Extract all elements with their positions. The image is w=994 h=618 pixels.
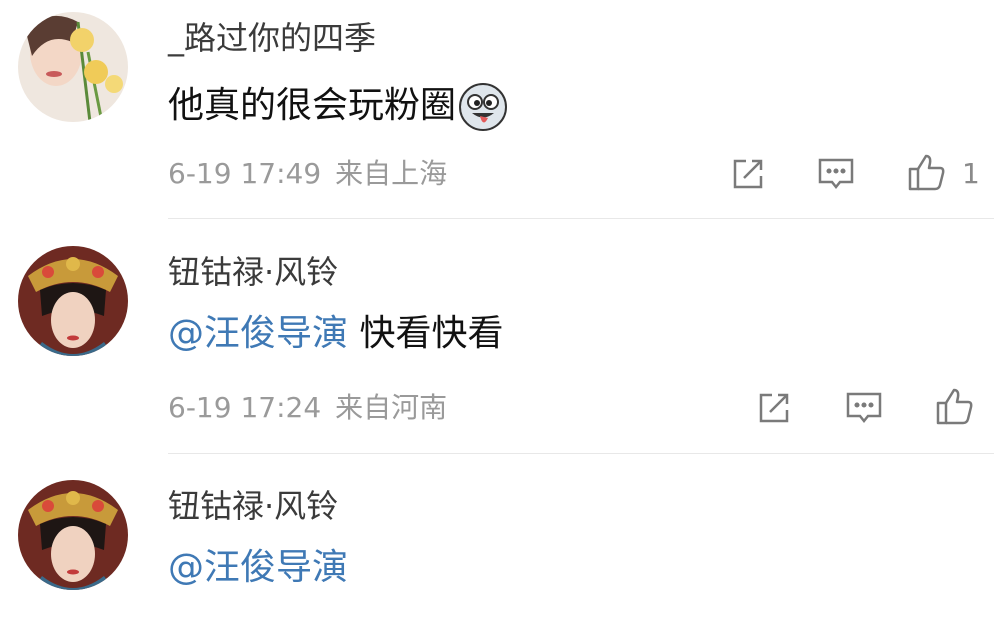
comment-item: 钮钴禄·风铃 @汪俊导演 — [0, 0, 994, 618]
username[interactable]: 钮钴禄·风铃 — [168, 490, 338, 522]
avatar[interactable] — [18, 480, 128, 590]
comment-text: @汪俊导演 — [168, 550, 348, 586]
mention-link[interactable]: @汪俊导演 — [168, 547, 348, 588]
